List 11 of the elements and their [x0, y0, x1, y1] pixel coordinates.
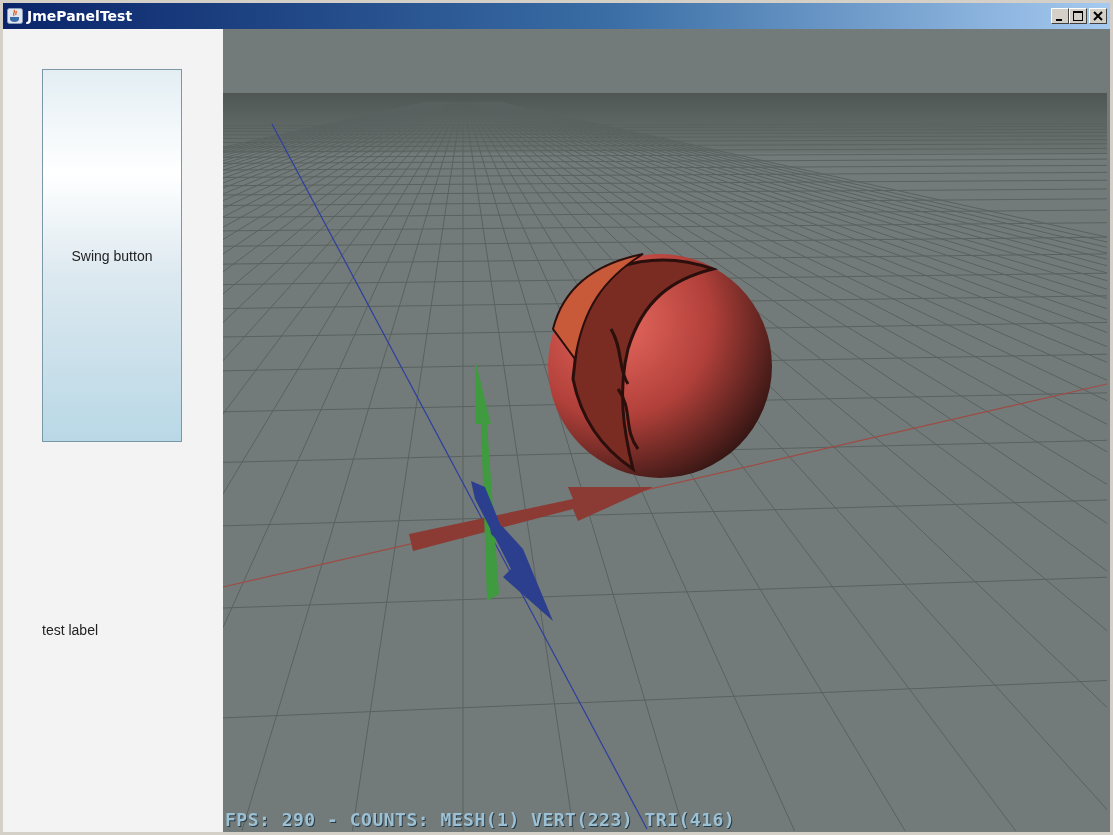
- maximize-button[interactable]: [1069, 8, 1087, 24]
- close-icon: [1093, 11, 1103, 21]
- close-button[interactable]: [1089, 8, 1107, 24]
- coffee-cup-icon: [7, 8, 23, 24]
- stats-text: FPS: 290 - COUNTS: MESH(1) VERT(223) TRI(416): [225, 809, 736, 830]
- minimize-icon: [1055, 18, 1062, 21]
- window-title: JmePanelTest: [27, 8, 134, 24]
- swing-button[interactable]: Swing button: [42, 69, 182, 442]
- test-label: test label: [42, 622, 99, 638]
- minimize-button[interactable]: [1051, 8, 1069, 24]
- maximize-icon: [1073, 11, 1083, 21]
